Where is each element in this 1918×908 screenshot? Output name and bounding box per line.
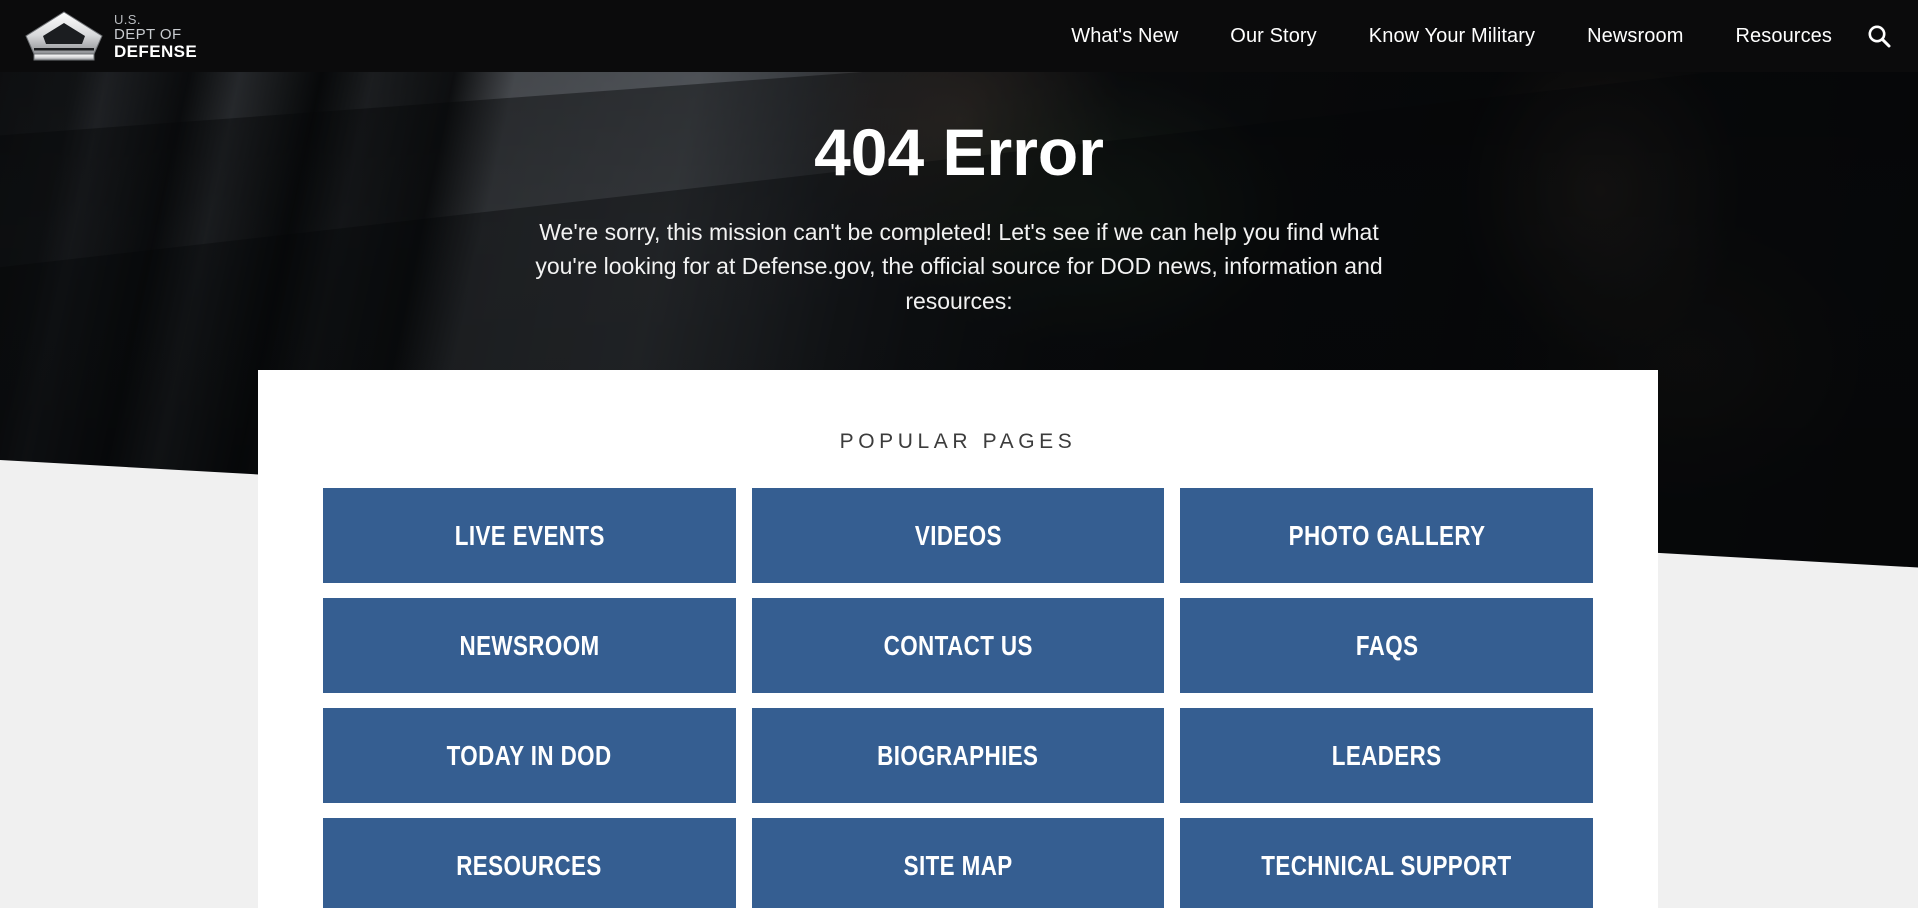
popular-pages-grid: LIVE EVENTS VIDEOS PHOTO GALLERY NEWSROO… xyxy=(323,488,1593,908)
tile-biographies[interactable]: BIOGRAPHIES xyxy=(751,708,1165,803)
tile-label: TODAY IN DOD xyxy=(446,739,612,771)
tile-photo-gallery[interactable]: PHOTO GALLERY xyxy=(1180,488,1593,583)
tile-site-map[interactable]: SITE MAP xyxy=(751,818,1165,908)
nav-item-our-story[interactable]: Our Story xyxy=(1230,25,1316,48)
tile-label: VIDEOS xyxy=(914,519,1002,551)
tile-resources[interactable]: RESOURCES xyxy=(323,818,736,908)
page-root: U.S. DEPT OF DEFENSE What's New Our Stor… xyxy=(0,0,1918,908)
tile-live-events[interactable]: LIVE EVENTS xyxy=(323,488,736,583)
pentagon-seal-icon xyxy=(25,11,103,61)
tile-label: CONTACT US xyxy=(883,629,1033,661)
search-button[interactable] xyxy=(1862,19,1896,53)
tile-label: FAQS xyxy=(1355,629,1418,661)
tile-leaders[interactable]: LEADERS xyxy=(1180,708,1593,803)
popular-pages-heading: POPULAR PAGES xyxy=(839,430,1077,453)
tile-contact-us[interactable]: CONTACT US xyxy=(751,598,1165,693)
tile-videos[interactable]: VIDEOS xyxy=(751,488,1165,583)
tile-technical-support[interactable]: TECHNICAL SUPPORT xyxy=(1180,818,1593,908)
tile-label: BIOGRAPHIES xyxy=(877,739,1039,771)
tile-label: NEWSROOM xyxy=(459,629,600,661)
primary-navigation: What's New Our Story Know Your Military … xyxy=(1071,25,1832,48)
tile-faqs[interactable]: FAQS xyxy=(1180,598,1593,693)
brand-line-3: DEFENSE xyxy=(114,41,198,61)
tile-label: LIVE EVENTS xyxy=(454,519,605,551)
popular-pages-card: POPULAR PAGES LIVE EVENTS VIDEOS PHOTO G… xyxy=(258,370,1658,908)
page-title: 404 Error xyxy=(814,115,1104,189)
site-logo-link[interactable]: U.S. DEPT OF DEFENSE xyxy=(22,7,197,65)
tile-label: PHOTO GALLERY xyxy=(1288,519,1486,551)
brand-wordmark: U.S. DEPT OF DEFENSE xyxy=(114,13,197,60)
brand-line-2: DEPT OF xyxy=(114,25,182,43)
brand-line-1: U.S. xyxy=(114,11,141,27)
nav-item-resources[interactable]: Resources xyxy=(1736,25,1833,48)
tile-newsroom[interactable]: NEWSROOM xyxy=(323,598,736,693)
nav-item-whats-new[interactable]: What's New xyxy=(1071,25,1178,48)
tile-label: SITE MAP xyxy=(903,849,1013,881)
tile-label: TECHNICAL SUPPORT xyxy=(1261,849,1512,881)
search-icon xyxy=(1868,25,1891,48)
tile-label: LEADERS xyxy=(1331,739,1442,771)
nav-item-know-your-military[interactable]: Know Your Military xyxy=(1369,25,1535,48)
tile-today-in-dod[interactable]: TODAY IN DOD xyxy=(323,708,736,803)
tile-label: RESOURCES xyxy=(456,849,603,881)
hero-subtitle: We're sorry, this mission can't be compl… xyxy=(535,218,1383,314)
site-header: U.S. DEPT OF DEFENSE What's New Our Stor… xyxy=(0,0,1918,72)
nav-item-newsroom[interactable]: Newsroom xyxy=(1587,25,1683,48)
